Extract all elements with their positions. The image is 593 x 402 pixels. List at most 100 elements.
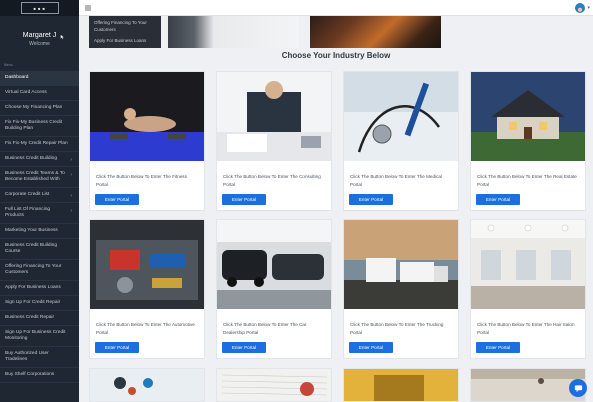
- sidebar-item[interactable]: Business Credit Building Course: [0, 239, 79, 260]
- industry-card-partial: [216, 368, 332, 402]
- card-caption: Click The Button Below To Enter The Real…: [477, 174, 577, 187]
- industry-card: Click The Button Below To Enter The Real…: [470, 71, 586, 211]
- industry-card: Click The Button Below To Enter The Medi…: [343, 71, 459, 211]
- sidebar-item-label: Dashboard: [5, 75, 29, 80]
- card-photo-dealership: [217, 220, 331, 309]
- logo-mark: ■ ■ ■: [20, 2, 59, 14]
- sidebar-item[interactable]: Corporate Credit List ›: [0, 188, 79, 203]
- sidebar-item-label: Offering Financing To Your Customers: [5, 264, 62, 275]
- sidebar-item-label: Virtual Card Access: [5, 90, 47, 95]
- sidebar-item-label: Full List Of Financing Products: [5, 207, 51, 218]
- sidebar-item[interactable]: Offering Financing To Your Customers: [0, 260, 79, 281]
- sidebar-item[interactable]: Buy Authorized User Tradelines: [0, 347, 79, 368]
- enter-portal-button[interactable]: Enter Portal: [222, 342, 266, 353]
- cursor-pointer-icon: [60, 34, 65, 40]
- avatar-person-icon: [578, 7, 582, 12]
- card-caption: Click The Button Below To Enter The Cons…: [223, 174, 321, 187]
- card-photo-real-estate: [471, 72, 585, 161]
- sidebar-item-label: Business Credit Building: [5, 156, 57, 161]
- welcome-text: Welcome: [29, 41, 50, 47]
- chat-widget-button[interactable]: [569, 379, 587, 397]
- enter-portal-button[interactable]: Enter Portal: [95, 342, 139, 353]
- sidebar-item[interactable]: Fix Fix-My Business Credit Building Plan: [0, 116, 79, 137]
- sidebar-item-label: Marketing Your Business: [5, 228, 58, 233]
- enter-portal-button[interactable]: Enter Portal: [95, 194, 139, 205]
- sidebar-item[interactable]: Choose My Financing Plan: [0, 101, 79, 116]
- card-caption: Click The Button Below To Enter The Car …: [223, 322, 307, 335]
- card-caption: Click The Button Below To Enter The Hair…: [477, 322, 575, 335]
- sidebar-item[interactable]: Business Credit Teams & To Become Establ…: [0, 167, 79, 188]
- sidebar-nav: Dashboard Virtual Card Access Choose My Fi…: [0, 71, 79, 383]
- logo-text: ■ ■ ■: [33, 5, 46, 11]
- sidebar-item-label: Business Credit Building Course: [5, 243, 57, 254]
- card-photo-salon: [471, 220, 585, 309]
- sidebar-item-label: Corporate Credit List: [5, 192, 50, 197]
- chevron-down-icon[interactable]: ▾: [587, 5, 590, 11]
- enter-portal-button[interactable]: Enter Portal: [349, 194, 393, 205]
- sidebar-item-label: Buy Shelf Corporations: [5, 372, 55, 377]
- sidebar-item[interactable]: Dashboard: [0, 71, 79, 86]
- section-title: Choose Your Industry Below: [281, 51, 391, 60]
- sidebar-item-label: Fix Fix-My Credit Repair Plan: [5, 141, 68, 146]
- industry-card: Click The Button Below To Enter The Hair…: [470, 219, 586, 359]
- card-photo-trucking: [344, 220, 458, 309]
- industry-card: Click The Button Below To Enter The Car …: [216, 219, 332, 359]
- enter-portal-button[interactable]: Enter Portal: [476, 194, 520, 205]
- app-root: ■ ■ ■ Margaret J Welcome Menu Dashboard V…: [0, 0, 593, 402]
- card-caption: Click The Button Below To Enter The Auto…: [96, 322, 195, 335]
- card-photo-partial: [90, 369, 204, 401]
- hamburger-menu-icon[interactable]: [85, 5, 91, 11]
- top-bar: ▾: [79, 0, 593, 16]
- sidebar-item-label: Buy Authorized User Tradelines: [5, 351, 49, 362]
- card-caption: Click The Button Below To Enter The Fitn…: [96, 174, 187, 187]
- card-photo-partial: [217, 369, 331, 401]
- banner-image-office: [168, 16, 299, 48]
- menu-section-label: Menu: [4, 63, 13, 67]
- chevron-right-icon: ›: [70, 157, 72, 163]
- banner-line-loans[interactable]: Apply For Business Loans: [94, 37, 156, 44]
- sidebar-item[interactable]: Sign Up For Credit Repair: [0, 296, 79, 311]
- card-photo-fitness: [90, 72, 204, 161]
- sidebar: ■ ■ ■ Margaret J Welcome Menu Dashboard V…: [0, 0, 79, 402]
- sidebar-item[interactable]: Business Credit Building ›: [0, 152, 79, 167]
- main-content: Offering Financing To Your Customers App…: [79, 16, 593, 402]
- sidebar-item-label: Sign Up For Credit Repair: [5, 300, 61, 305]
- enter-portal-button[interactable]: Enter Portal: [349, 342, 393, 353]
- banner-image-city: [310, 16, 441, 48]
- sidebar-item[interactable]: Virtual Card Access: [0, 86, 79, 101]
- card-caption: Click The Button Below To Enter The Truc…: [350, 322, 444, 335]
- card-photo-automotive: [90, 220, 204, 309]
- sidebar-item[interactable]: Sign Up For Business Credit Monitoring: [0, 326, 79, 347]
- user-avatar[interactable]: [575, 3, 585, 13]
- card-caption: Click The Button Below To Enter The Medi…: [350, 174, 442, 187]
- user-name[interactable]: Margaret J: [0, 32, 79, 39]
- industry-card-partial: [89, 368, 205, 402]
- card-photo-consulting: [217, 72, 331, 161]
- card-photo-medical: [344, 72, 458, 161]
- industry-card: Click The Button Below To Enter The Cons…: [216, 71, 332, 211]
- sidebar-item-label: Choose My Financing Plan: [5, 105, 63, 110]
- sidebar-item[interactable]: Apply For Business Loans: [0, 281, 79, 296]
- brand-logo[interactable]: ■ ■ ■: [0, 0, 79, 16]
- sidebar-item-label: Business Credit Repair: [5, 315, 55, 320]
- sidebar-item[interactable]: Marketing Your Business: [0, 224, 79, 239]
- sidebar-item-label: Apply For Business Loans: [5, 285, 61, 290]
- sidebar-item[interactable]: Buy Shelf Corporations: [0, 368, 79, 383]
- user-profile: Margaret J Welcome: [0, 16, 79, 53]
- chat-icon: [574, 384, 582, 392]
- chevron-right-icon: ›: [70, 208, 72, 214]
- industry-card: Click The Button Below To Enter The Truc…: [343, 219, 459, 359]
- sidebar-item-label: Business Credit Teams & To Become Establ…: [5, 171, 65, 182]
- sidebar-item[interactable]: Business Credit Repair: [0, 311, 79, 326]
- enter-portal-button[interactable]: Enter Portal: [222, 194, 266, 205]
- industry-card: Click The Button Below To Enter The Auto…: [89, 219, 205, 359]
- chevron-right-icon: ›: [70, 193, 72, 199]
- sidebar-item[interactable]: Fix Fix-My Credit Repair Plan: [0, 137, 79, 152]
- industry-card-partial: [343, 368, 459, 402]
- banner-promo[interactable]: Offering Financing To Your Customers App…: [89, 16, 161, 48]
- sidebar-item-label: Fix Fix-My Business Credit Building Plan: [5, 120, 63, 131]
- enter-portal-button[interactable]: Enter Portal: [476, 342, 520, 353]
- sidebar-item[interactable]: Full List Of Financing Products ›: [0, 203, 79, 224]
- banner-line-financing[interactable]: Offering Financing To Your Customers: [94, 19, 156, 33]
- card-photo-partial: [344, 369, 458, 401]
